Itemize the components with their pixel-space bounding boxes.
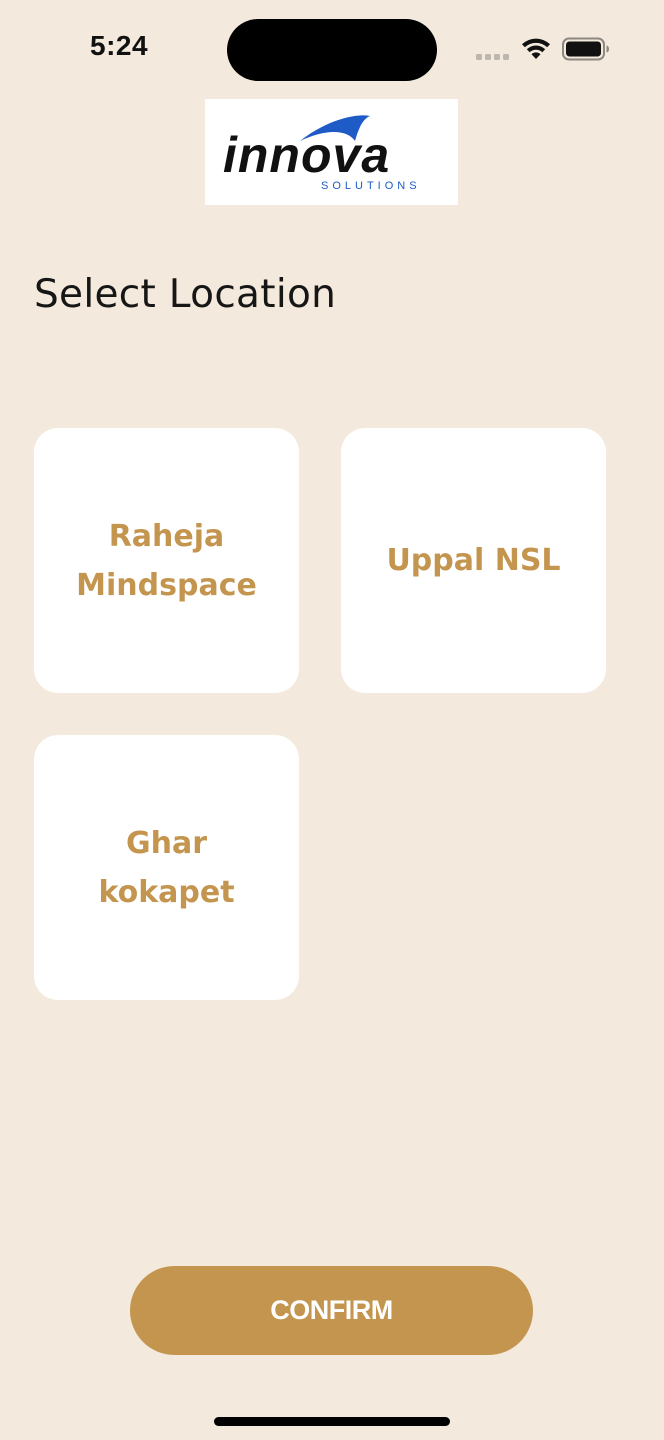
status-bar: 5:24 xyxy=(0,0,664,100)
logo-tagline: SOLUTIONS xyxy=(321,180,421,192)
location-card-raheja-mindspace[interactable]: Raheja Mindspace xyxy=(34,428,299,693)
battery-icon xyxy=(562,37,609,61)
dynamic-island xyxy=(227,19,437,81)
status-time: 5:24 xyxy=(90,30,149,61)
innova-solutions-logo: innova SOLUTIONS xyxy=(205,99,458,205)
location-card-ghar-kokapet[interactable]: Ghar kokapet xyxy=(34,735,299,1000)
page-title: Select Location xyxy=(34,272,337,317)
logo-wordmark: innova xyxy=(223,127,390,183)
location-label: Uppal NSL xyxy=(386,543,561,578)
confirm-button[interactable]: CONFIRM xyxy=(130,1266,533,1355)
home-indicator xyxy=(214,1417,450,1426)
location-label: Ghar kokapet xyxy=(98,825,235,910)
location-label: Raheja Mindspace xyxy=(76,518,257,603)
wifi-icon xyxy=(522,38,550,59)
location-card-uppal-nsl[interactable]: Uppal NSL xyxy=(341,428,606,693)
cellular-signal-icon xyxy=(476,54,509,60)
